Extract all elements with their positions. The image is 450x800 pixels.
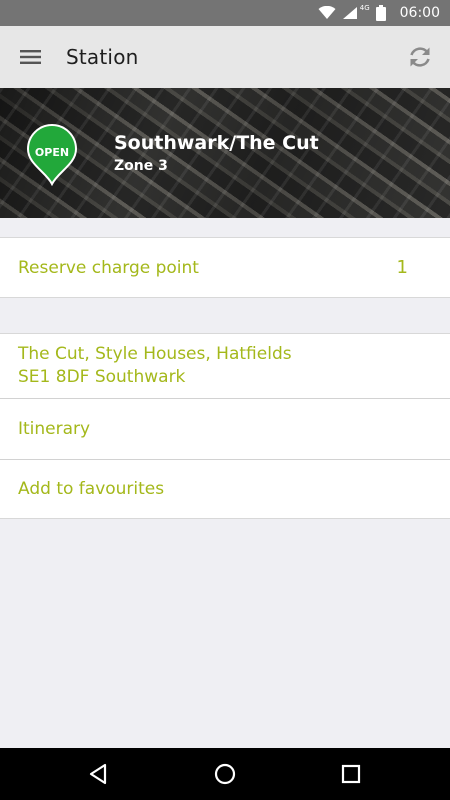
station-header-banner: OPEN Southwark/The Cut Zone 3 (0, 88, 450, 218)
address-line-2: SE1 8DF Southwark (18, 367, 186, 387)
app-bar: Station (0, 26, 450, 88)
page-title: Station (66, 45, 139, 69)
cell-signal-icon (342, 7, 357, 19)
system-navigation-bar (0, 748, 450, 800)
itinerary-row[interactable]: Itinerary (0, 398, 450, 459)
status-time: 06:00 (399, 5, 440, 21)
network-type-label: 4G (359, 4, 370, 12)
recents-icon[interactable] (339, 762, 363, 786)
reserve-group: Reserve charge point 1 (0, 237, 450, 298)
battery-icon (375, 5, 386, 21)
station-details-group: The Cut, Style Houses, Hatfields SE1 8DF… (0, 333, 450, 519)
station-zone: Zone 3 (114, 158, 168, 174)
status-icons: 4G 06:00 (318, 0, 440, 26)
itinerary-label: Itinerary (18, 419, 91, 439)
hamburger-menu-icon[interactable] (16, 43, 46, 71)
reserve-count: 1 (396, 257, 408, 278)
station-status-badge: OPEN (34, 146, 70, 159)
reserve-charge-point-label: Reserve charge point (18, 257, 199, 278)
add-to-favourites-label: Add to favourites (18, 479, 165, 499)
station-name: Southwark/The Cut (114, 132, 319, 154)
address-row[interactable]: The Cut, Style Houses, Hatfields SE1 8DF… (0, 334, 450, 398)
status-bar: 4G 06:00 (0, 0, 450, 26)
wifi-icon (318, 6, 336, 19)
reserve-charge-point-row[interactable]: Reserve charge point 1 (0, 238, 450, 297)
address: The Cut, Style Houses, Hatfields SE1 8DF… (18, 343, 292, 389)
back-icon[interactable] (87, 762, 111, 786)
refresh-icon[interactable] (406, 43, 434, 71)
add-to-favourites-row[interactable]: Add to favourites (0, 459, 450, 518)
address-line-1: The Cut, Style Houses, Hatfields (18, 344, 292, 364)
home-icon[interactable] (213, 762, 237, 786)
